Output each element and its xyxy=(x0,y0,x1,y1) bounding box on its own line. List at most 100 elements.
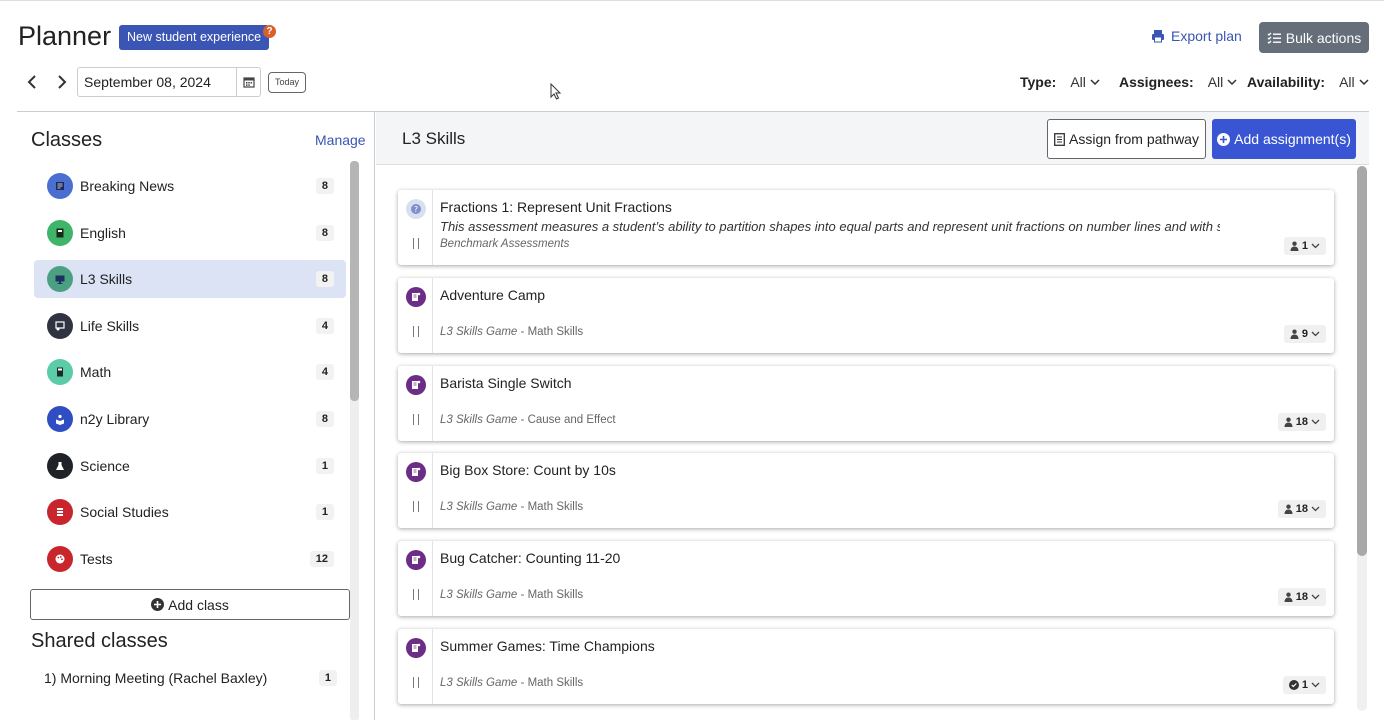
main-scrollbar[interactable] xyxy=(1357,166,1367,711)
shared-class-count: 1 xyxy=(318,670,337,686)
person-icon xyxy=(1290,241,1299,251)
add-assignments-button[interactable]: Add assignment(s) xyxy=(1212,119,1356,159)
class-name: Tests xyxy=(80,550,113,567)
assignment-card[interactable]: ? Fractions 1: Represent Unit Fractions Th… xyxy=(398,190,1334,265)
plus-circle-icon xyxy=(1217,132,1231,146)
class-name: Life Skills xyxy=(80,317,140,334)
assignment-title[interactable]: Adventure Camp xyxy=(440,287,545,303)
class-item[interactable]: Tests 12 xyxy=(34,540,346,578)
assignment-card[interactable]: Bug Catcher: Counting 11-20 L3 Skills Gam… xyxy=(398,541,1334,617)
palette-icon xyxy=(47,545,73,572)
assignment-subtitle: L3 Skills Game - Math Skills xyxy=(440,326,583,338)
export-plan-button[interactable]: Export plan xyxy=(1151,28,1242,44)
assignee-count-dropdown[interactable]: 18 xyxy=(1277,412,1326,431)
page-title: Planner xyxy=(18,21,112,51)
assignment-title[interactable]: Summer Games: Time Champions xyxy=(440,638,655,654)
export-plan-label: Export plan xyxy=(1171,28,1242,44)
person-icon xyxy=(1284,504,1293,515)
assignment-title[interactable]: Fractions 1: Represent Unit Fractions xyxy=(440,199,672,215)
assignee-count-dropdown[interactable]: 9 xyxy=(1283,324,1326,343)
add-class-label: Add class xyxy=(168,596,229,613)
class-item[interactable]: English 8 xyxy=(34,214,346,252)
today-button[interactable]: Today xyxy=(268,72,306,93)
assignment-type: L3 Skills Game xyxy=(440,589,518,602)
class-item[interactable]: Social Studies 1 xyxy=(34,493,346,531)
document-icon xyxy=(1054,132,1065,146)
assignment-title[interactable]: Big Box Store: Count by 10s xyxy=(440,462,616,478)
newspaper-icon xyxy=(47,173,73,199)
calendar-button[interactable] xyxy=(237,68,260,96)
manage-classes-link[interactable]: Manage xyxy=(315,132,366,148)
person-icon xyxy=(1290,329,1299,339)
assignment-card[interactable]: Barista Single Switch L3 Skills Game - Ca… xyxy=(398,365,1334,441)
drag-handle-icon[interactable] xyxy=(413,501,419,513)
class-item[interactable]: Math 4 xyxy=(34,353,346,391)
type-filter-value: All xyxy=(1070,74,1086,90)
sidebar-scrollbar-thumb[interactable] xyxy=(350,161,359,401)
add-class-button[interactable]: Add class xyxy=(30,589,350,620)
previous-week-button[interactable] xyxy=(22,72,42,92)
new-student-experience-button[interactable]: New student experience xyxy=(119,25,270,50)
assignee-count-dropdown[interactable]: 1 xyxy=(1283,237,1326,255)
class-item[interactable]: Science 1 xyxy=(34,447,346,485)
flag-icon xyxy=(47,499,73,526)
chevron-down-icon xyxy=(1311,682,1320,688)
assignment-card[interactable]: Summer Games: Time Champions L3 Skills Ga… xyxy=(398,629,1334,704)
type-filter[interactable]: Type: All xyxy=(1020,74,1100,90)
chevron-right-icon xyxy=(58,75,67,89)
main-scrollbar-thumb[interactable] xyxy=(1357,166,1367,556)
drag-handle-icon[interactable] xyxy=(413,677,419,688)
card-handle-column: ? xyxy=(398,190,433,265)
class-item[interactable]: n2y Library 8 xyxy=(34,400,346,438)
monitor-icon xyxy=(47,266,73,293)
assignment-card[interactable]: Big Box Store: Count by 10s L3 Skills Gam… xyxy=(398,453,1334,529)
assignee-count: 18 xyxy=(1295,591,1308,604)
chevron-left-icon xyxy=(27,75,36,89)
class-count: 1 xyxy=(315,504,334,521)
assignee-count-dropdown[interactable]: 18 xyxy=(1277,588,1326,607)
shared-classes-heading: Shared classes xyxy=(31,630,168,652)
assignment-card[interactable]: Adventure Camp L3 Skills Game - Math Skil… xyxy=(398,277,1334,353)
assign-from-pathway-button[interactable]: Assign from pathway xyxy=(1047,119,1206,159)
calendar-icon xyxy=(242,77,255,88)
assignees-filter[interactable]: Assignees: All xyxy=(1119,74,1237,90)
assignee-count: 1 xyxy=(1301,679,1308,691)
game-icon xyxy=(406,462,426,483)
class-name: Social Studies xyxy=(80,504,169,521)
sidebar-scrollbar[interactable] xyxy=(350,161,359,720)
type-filter-label: Type: xyxy=(1020,74,1057,90)
assignment-type: Benchmark Assessments xyxy=(440,238,570,250)
chevron-down-icon xyxy=(1311,419,1320,425)
plus-circle-icon xyxy=(151,598,165,611)
assignee-count: 1 xyxy=(1301,240,1308,252)
shared-class-item[interactable]: 1) Morning Meeting (Rachel Baxley) 1 xyxy=(44,670,337,686)
chevron-down-icon xyxy=(1311,594,1320,600)
date-input[interactable]: September 08, 2024 xyxy=(78,68,237,96)
class-item[interactable]: L3 Skills 8 xyxy=(34,260,346,299)
assignee-count-dropdown[interactable]: 1 xyxy=(1282,676,1326,694)
assignment-title[interactable]: Barista Single Switch xyxy=(440,375,572,391)
drag-handle-icon[interactable] xyxy=(413,589,419,601)
class-item[interactable]: Breaking News 8 xyxy=(34,167,346,205)
assignee-count: 9 xyxy=(1301,327,1308,340)
class-item[interactable]: Life Skills 4 xyxy=(34,307,346,345)
bulk-actions-label: Bulk actions xyxy=(1285,29,1362,46)
help-icon[interactable]: ? xyxy=(263,25,276,38)
assignment-title[interactable]: Bug Catcher: Counting 11-20 xyxy=(440,550,620,566)
date-picker[interactable]: September 08, 2024 xyxy=(77,67,261,97)
bulk-actions-button[interactable]: Bulk actions xyxy=(1259,22,1369,53)
game-icon xyxy=(406,286,426,307)
next-week-button[interactable] xyxy=(52,72,72,92)
assignment-subtitle: L3 Skills Game - Math Skills xyxy=(440,501,583,513)
card-handle-column xyxy=(398,453,433,529)
assignee-count-dropdown[interactable]: 18 xyxy=(1277,500,1326,519)
class-count: 8 xyxy=(315,224,334,241)
assignee-count: 18 xyxy=(1295,415,1308,428)
drag-handle-icon[interactable] xyxy=(413,325,419,337)
drag-handle-icon[interactable] xyxy=(413,413,419,425)
card-handle-column xyxy=(398,277,433,353)
availability-filter[interactable]: Availability: All xyxy=(1247,74,1369,90)
drag-handle-icon[interactable] xyxy=(413,238,419,249)
chevron-down-icon xyxy=(1311,331,1320,337)
class-name: Science xyxy=(80,457,130,474)
